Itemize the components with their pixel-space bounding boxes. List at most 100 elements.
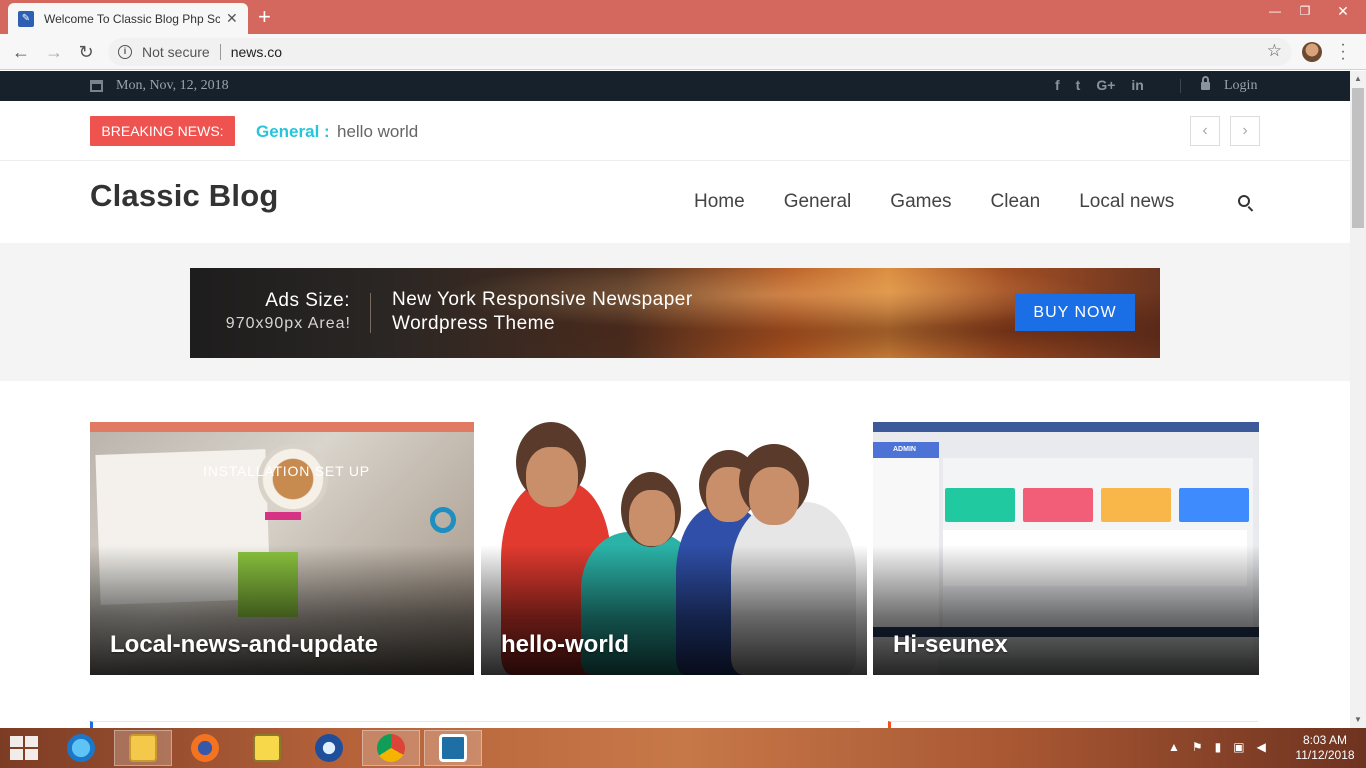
card-image-face xyxy=(629,490,675,546)
card-image-admin-label: ADMIN xyxy=(873,442,939,458)
close-tab-icon[interactable]: ✕ xyxy=(226,10,238,27)
next-section-edge xyxy=(90,721,860,728)
favicon-icon: ✎ xyxy=(18,10,34,27)
camera-icon[interactable] xyxy=(300,730,358,766)
minimize-icon[interactable]: — xyxy=(1260,0,1290,22)
ad-size-label: Ads Size: xyxy=(265,290,350,311)
main-nav: Home General Games Clean Local news xyxy=(694,191,1213,213)
post-card-local-news[interactable]: INSTALLATION SET UP Local-news-and-updat… xyxy=(90,422,474,675)
firefox-icon[interactable] xyxy=(176,730,234,766)
lock-icon xyxy=(1201,76,1210,90)
tray-arrow-icon[interactable]: ▲ xyxy=(1168,740,1180,754)
card-image-face xyxy=(526,447,578,507)
login-label: Login xyxy=(1224,78,1258,93)
ad-area-label: 970x90px Area! xyxy=(225,315,351,332)
post-title[interactable]: hello-world xyxy=(501,631,629,659)
internet-explorer-icon[interactable] xyxy=(52,730,110,766)
scroll-up-icon[interactable]: ▲ xyxy=(1350,71,1366,87)
flag-icon[interactable]: ⚑ xyxy=(1192,740,1203,754)
system-tray: ▲ ⚑ ▮ ▣ ◀ xyxy=(1168,740,1266,754)
clock-date: 11/12/2018 xyxy=(1295,748,1355,762)
close-window-icon[interactable]: ✕ xyxy=(1320,0,1366,22)
restore-icon[interactable]: ❐ xyxy=(1290,0,1320,22)
system-clock[interactable]: 8:03 AM 11/12/2018 xyxy=(1292,733,1358,763)
site-header: Classic Blog Home General Games Clean Lo… xyxy=(0,161,1350,243)
card-image-chart-ring xyxy=(430,507,456,533)
post-title[interactable]: Hi-seunex xyxy=(893,631,1008,659)
not-secure-label: Not secure xyxy=(142,44,210,60)
url-separator xyxy=(219,44,221,60)
nav-item-clean[interactable]: Clean xyxy=(991,191,1041,213)
device-icon[interactable]: ▮ xyxy=(1215,740,1222,754)
ad-banner[interactable]: Ads Size: 970x90px Area! New York Respon… xyxy=(190,268,1160,358)
clock-time: 8:03 AM xyxy=(1302,733,1348,747)
nav-item-games[interactable]: Games xyxy=(890,191,951,213)
file-explorer-icon[interactable] xyxy=(114,730,172,766)
nav-item-home[interactable]: Home xyxy=(694,191,745,213)
calculator-icon[interactable] xyxy=(238,730,296,766)
card-image-button xyxy=(265,512,301,520)
back-arrow-icon[interactable]: ← xyxy=(10,41,32,63)
date-block: Mon, Nov, 12, 2018 xyxy=(90,78,229,94)
ad-section: Ads Size: 970x90px Area! New York Respon… xyxy=(0,243,1350,381)
topbar-divider xyxy=(1180,79,1181,93)
login-link[interactable]: Login xyxy=(1201,76,1258,94)
breaking-category[interactable]: General : xyxy=(256,122,330,142)
card-image-overlay-text: INSTALLATION SET UP xyxy=(203,463,370,479)
linkedin-icon[interactable]: in xyxy=(1131,77,1143,93)
card-image-coffee-cup xyxy=(258,444,328,514)
card-image-stat-orange xyxy=(1101,488,1171,522)
window-controls: — ❐ ✕ xyxy=(1260,0,1366,22)
top-info-bar: Mon, Nov, 12, 2018 f t G+ in Login xyxy=(0,71,1350,101)
buy-now-button[interactable]: BUY NOW xyxy=(1015,294,1135,331)
browser-toolbar: ← → ↻ i Not secure news.co ☆ · · · xyxy=(0,34,1366,70)
card-image-stat-green xyxy=(945,488,1015,522)
breaking-news-bar: BREAKING NEWS: General : hello world ‹ › xyxy=(0,101,1350,161)
featured-posts: INSTALLATION SET UP Local-news-and-updat… xyxy=(0,422,1350,675)
page-scrollbar[interactable]: ▲ ▼ xyxy=(1350,71,1366,728)
forward-arrow-icon[interactable]: → xyxy=(43,41,65,63)
card-image-browserbar xyxy=(90,422,474,432)
current-date: Mon, Nov, 12, 2018 xyxy=(116,78,229,93)
scroll-down-icon[interactable]: ▼ xyxy=(1350,712,1366,728)
new-tab-button[interactable]: + xyxy=(258,6,271,28)
calendar-icon xyxy=(90,80,103,92)
browser-tab[interactable]: ✎ Welcome To Classic Blog Php Sc ✕ xyxy=(8,3,248,34)
profile-avatar[interactable] xyxy=(1302,42,1322,62)
post-title[interactable]: Local-news-and-update xyxy=(110,631,378,659)
search-icon[interactable] xyxy=(1238,195,1250,207)
post-card-hello-world[interactable]: hello-world xyxy=(481,422,867,675)
post-card-hi-seunex[interactable]: ADMIN Hi-seunex xyxy=(873,422,1259,675)
next-news-button[interactable]: › xyxy=(1230,116,1260,146)
info-icon[interactable]: i xyxy=(118,45,132,59)
browser-tabstrip: ✎ Welcome To Classic Blog Php Sc ✕ + — ❐… xyxy=(0,0,1366,34)
url-text: news.co xyxy=(230,44,283,60)
volume-icon[interactable]: ◀ xyxy=(1257,740,1266,754)
ad-headline-line-1: New York Responsive Newspaper xyxy=(392,289,693,310)
page-viewport: Mon, Nov, 12, 2018 f t G+ in Login BREAK… xyxy=(0,71,1350,728)
breaking-headline[interactable]: hello world xyxy=(337,122,418,142)
reload-icon[interactable]: ↻ xyxy=(75,41,97,63)
windows-start-icon[interactable] xyxy=(10,736,38,760)
tab-title: Welcome To Classic Blog Php Sc xyxy=(44,11,220,26)
social-links: f t G+ in xyxy=(1055,77,1144,93)
twitter-icon[interactable]: t xyxy=(1076,77,1081,93)
menu-dots-icon[interactable]: · · · xyxy=(1338,37,1348,67)
nav-item-general[interactable]: General xyxy=(784,191,852,213)
google-plus-icon[interactable]: G+ xyxy=(1096,77,1115,93)
breaking-news-label: BREAKING NEWS: xyxy=(90,116,235,146)
card-image-stat-blue xyxy=(1179,488,1249,522)
scroll-thumb[interactable] xyxy=(1352,88,1364,228)
card-image-face xyxy=(749,467,799,525)
windows-taskbar: ▲ ⚑ ▮ ▣ ◀ 8:03 AM 11/12/2018 xyxy=(0,728,1366,768)
prev-news-button[interactable]: ‹ xyxy=(1190,116,1220,146)
chrome-icon[interactable] xyxy=(362,730,420,766)
sidebar-section-edge xyxy=(888,721,1258,728)
address-bar[interactable]: i Not secure news.co ☆ xyxy=(108,38,1292,66)
site-logo[interactable]: Classic Blog xyxy=(90,178,278,214)
facebook-icon[interactable]: f xyxy=(1055,77,1060,93)
app-icon[interactable] xyxy=(424,730,482,766)
network-icon[interactable]: ▣ xyxy=(1233,740,1244,754)
star-icon[interactable]: ☆ xyxy=(1267,41,1282,61)
nav-item-local-news[interactable]: Local news xyxy=(1079,191,1174,213)
